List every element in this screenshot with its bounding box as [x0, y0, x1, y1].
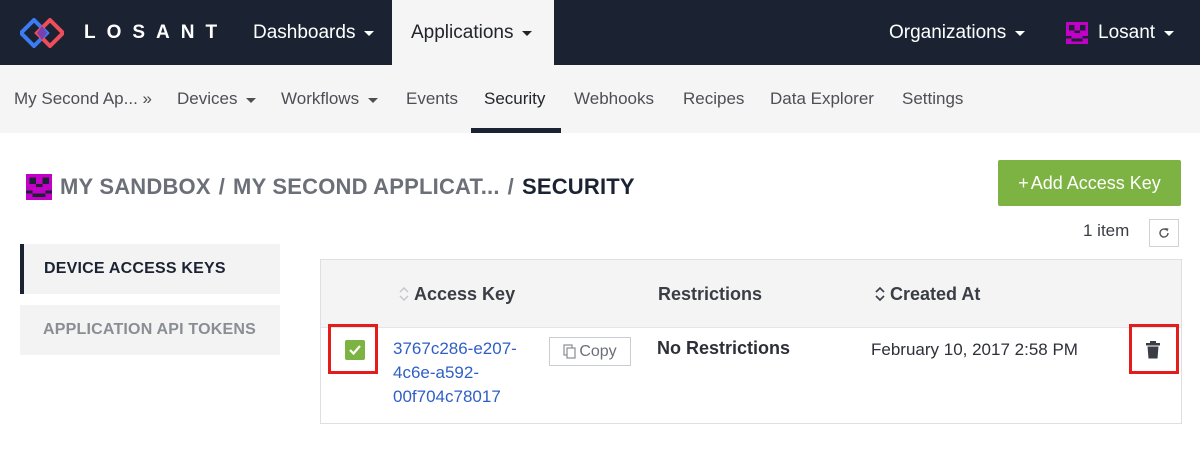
- logo-text: LOSANT: [84, 22, 229, 43]
- tab-application-api-tokens-label: APPLICATION API TOKENS: [43, 321, 257, 338]
- subnav-events-label: Events: [406, 89, 458, 108]
- nav-dashboards-label: Dashboards: [253, 21, 356, 43]
- chevron-down-icon: [246, 97, 257, 103]
- column-created-at[interactable]: Created At: [874, 260, 980, 328]
- subnav-devices-label: Devices: [177, 89, 238, 108]
- chevron-down-icon: [368, 97, 379, 103]
- breadcrumb-separator: /: [507, 174, 514, 199]
- column-restrictions-label: Restrictions: [658, 283, 763, 304]
- subnav-security-label: Security: [484, 89, 546, 108]
- subnav-webhooks[interactable]: Webhooks: [574, 65, 654, 133]
- tab-device-access-keys[interactable]: DEVICE ACCESS KEYS: [20, 244, 280, 294]
- subnav-workflows-label: Workflows: [281, 89, 360, 108]
- created-at-value: February 10, 2017 2:58 PM: [871, 340, 1078, 359]
- losant-diamond-logo-icon: [20, 18, 64, 48]
- chevron-down-icon: [364, 31, 375, 36]
- sort-arrows-icon: [875, 286, 885, 302]
- active-tab-indicator: [471, 128, 561, 133]
- subnav-events[interactable]: Events: [406, 65, 458, 133]
- sort-arrows-icon: [399, 286, 409, 302]
- delete-highlight: [1129, 324, 1179, 374]
- chevron-down-icon: [1164, 31, 1175, 36]
- nav-applications-label: Applications: [411, 21, 514, 43]
- refresh-icon: [1159, 228, 1169, 238]
- copy-button-label: Copy: [579, 342, 617, 360]
- nav-applications[interactable]: Applications: [392, 0, 554, 65]
- column-access-key-label: Access Key: [414, 283, 516, 304]
- column-access-key[interactable]: Access Key: [398, 260, 515, 328]
- subnav-data-explorer-label: Data Explorer: [770, 89, 874, 108]
- breadcrumb-application[interactable]: MY SECOND APPLICAT...: [233, 174, 500, 200]
- restrictions-value: No Restrictions: [657, 338, 791, 358]
- item-count: 1 item: [1083, 221, 1130, 240]
- tab-application-api-tokens[interactable]: APPLICATION API TOKENS: [20, 305, 280, 355]
- plus-icon: +: [1018, 172, 1029, 193]
- add-access-key-label: Add Access Key: [1030, 172, 1161, 193]
- checkbox-highlight: [328, 324, 378, 374]
- subnav-security[interactable]: Security: [484, 65, 545, 133]
- nav-organizations[interactable]: Organizations: [889, 0, 1026, 65]
- subnav-settings[interactable]: Settings: [902, 65, 963, 133]
- refresh-button[interactable]: [1149, 219, 1179, 247]
- nav-user-menu[interactable]: Losant: [1066, 0, 1175, 65]
- breadcrumb-current: SECURITY: [521, 174, 635, 199]
- copy-icon: [563, 344, 576, 359]
- breadcrumb-separator: /: [218, 174, 226, 199]
- column-created-at-label: Created At: [890, 283, 981, 304]
- subnav-recipes-label: Recipes: [683, 89, 745, 108]
- subnav-workflows[interactable]: Workflows: [281, 65, 379, 133]
- pixel-avatar-icon: [26, 174, 52, 200]
- top-navbar: LOSANT Dashboards Applications Organizat…: [0, 0, 1200, 65]
- pixel-avatar-icon: [1066, 21, 1088, 44]
- chevron-down-icon: [1015, 31, 1026, 36]
- access-key-line: 4c6e-a592-: [393, 363, 480, 382]
- access-key-line: 00f704c78017: [393, 387, 501, 406]
- subnav-data-explorer[interactable]: Data Explorer: [770, 65, 874, 133]
- chevron-down-icon: [522, 31, 533, 36]
- breadcrumb: MY SANDBOX / MY SECOND APPLICAT... / SEC…: [26, 172, 635, 202]
- subnav-settings-label: Settings: [902, 89, 964, 108]
- nav-user-label: Losant: [1098, 21, 1156, 43]
- application-subnav: My Second Ap... » Devices Workflows Even…: [0, 65, 1200, 133]
- losant-logo[interactable]: LOSANT: [20, 18, 228, 48]
- subnav-app-name[interactable]: My Second Ap... »: [14, 65, 152, 133]
- subnav-recipes[interactable]: Recipes: [683, 65, 744, 133]
- subnav-devices[interactable]: Devices: [177, 65, 257, 133]
- table-header: Access Key Restrictions Created At: [321, 260, 1181, 328]
- subnav-webhooks-label: Webhooks: [574, 89, 655, 108]
- breadcrumb-sandbox[interactable]: MY SANDBOX: [60, 174, 211, 200]
- copy-button[interactable]: Copy: [549, 337, 631, 366]
- add-access-key-button[interactable]: + Add Access Key: [998, 160, 1181, 206]
- tab-device-access-keys-label: DEVICE ACCESS KEYS: [44, 260, 226, 277]
- subnav-app-label: My Second Ap... »: [14, 89, 152, 108]
- access-key-link[interactable]: 3767c286-e207- 4c6e-a592- 00f704c78017: [393, 337, 533, 409]
- access-key-line: 3767c286-e207-: [393, 339, 517, 358]
- nav-dashboards[interactable]: Dashboards: [253, 0, 375, 65]
- nav-organizations-label: Organizations: [889, 21, 1007, 43]
- column-restrictions: Restrictions: [658, 260, 762, 328]
